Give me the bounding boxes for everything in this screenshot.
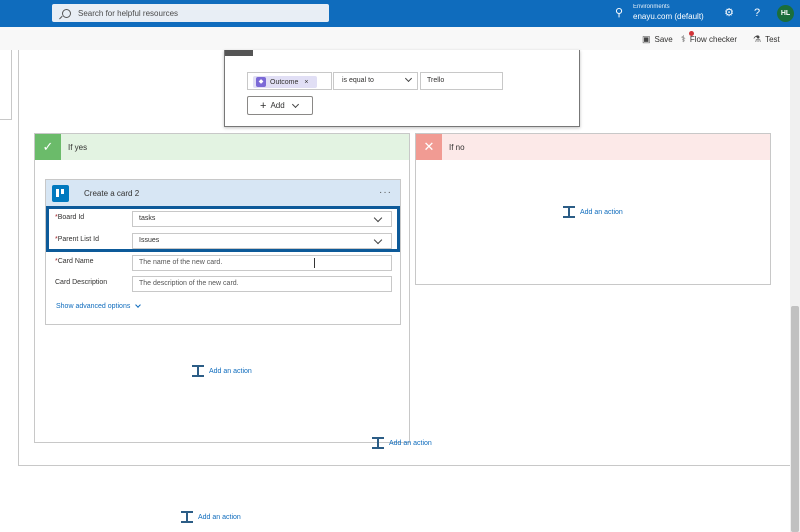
environment-icon[interactable]: ⚲ [612,6,626,20]
if-yes-branch: ✓ If yes Create a card 2 ··· *Board Id t… [34,133,410,443]
show-advanced-options-link[interactable]: Show advanced options [56,302,142,310]
save-icon: ▣ [642,34,651,44]
advanced-label: Show advanced options [56,303,131,310]
chevron-down-icon [373,213,383,223]
if-no-label: If no [449,142,465,152]
checkmark-icon: ✓ [35,134,61,160]
command-bar: ▣ Save ⚕ Flow checker ⚗ Test [0,27,800,50]
card-description-input[interactable]: The description of the new card. [132,276,392,292]
top-header: Search for helpful resources ⚲ Environme… [0,0,800,27]
add-condition-button[interactable]: + Add [247,96,313,115]
board-id-label-text: Board Id [57,214,85,221]
scrollbar-thumb[interactable] [791,306,799,532]
token-remove-icon[interactable]: × [304,79,308,86]
add-action-icon [372,437,384,449]
stethoscope-icon: ⚕ [681,34,686,44]
action-card-header[interactable]: Create a card 2 ··· [46,180,400,206]
chevron-down-icon [373,235,383,245]
if-yes-header[interactable]: ✓ If yes [35,134,409,160]
add-action-icon [181,511,193,523]
flow-canvas: ◆ Outcome × is equal to Trello + Add ✓ I… [0,50,800,532]
trello-icon [52,184,69,202]
board-id-value: tasks [139,215,156,222]
chevron-down-icon [404,74,413,83]
error-dot [689,31,694,36]
add-action-scope[interactable]: Add an action [372,437,432,449]
search-placeholder: Search for helpful resources [78,8,179,18]
flow-checker-button[interactable]: ⚕ Flow checker [681,31,737,45]
flask-icon: ⚗ [753,34,762,44]
board-id-dropdown[interactable]: tasks [132,211,392,227]
add-action-icon [563,206,575,218]
condition-left-operand[interactable]: ◆ Outcome × [247,72,332,90]
test-button[interactable]: ⚗ Test [753,34,780,45]
text-cursor [314,258,319,268]
board-id-label: *Board Id [55,214,84,221]
condition-card-header [225,50,253,56]
add-action-label: Add an action [580,208,623,216]
add-label: Add [270,101,285,110]
user-avatar[interactable]: HL [777,5,794,22]
outcome-token[interactable]: ◆ Outcome × [253,76,317,88]
environment-label: Environments [633,4,670,10]
card-description-label: Card Description [55,279,108,286]
token-label: Outcome [270,78,299,86]
if-yes-label: If yes [68,142,88,152]
flow-checker-label: Flow checker [689,35,737,44]
add-action-label: Add an action [389,439,432,447]
operator-dropdown[interactable]: is equal to [333,72,418,90]
search-box[interactable]: Search for helpful resources [52,4,329,22]
help-question-icon[interactable]: ? [750,6,764,20]
save-label: Save [654,35,673,44]
add-action-yes-branch[interactable]: Add an action [192,365,252,377]
if-no-branch: ✕ If no Add an action [415,133,771,285]
operator-value: is equal to [342,77,374,84]
environment-name: enayu.com (default) [633,12,704,21]
test-label: Test [765,35,780,44]
action-title: Create a card 2 [84,188,140,198]
more-options-icon[interactable]: ··· [379,187,392,198]
chevron-down-icon [135,302,142,308]
left-panel-stub [0,50,12,120]
save-button[interactable]: ▣ Save [642,34,673,45]
environment-picker[interactable]: Environments enayu.com (default) [633,3,704,21]
parent-list-value: Issues [139,237,160,244]
add-action-label: Add an action [209,367,252,375]
search-icon [62,8,71,18]
parent-list-id-dropdown[interactable]: Issues [132,233,392,249]
card-name-input[interactable]: The name of the new card. [132,255,392,271]
add-action-no-branch[interactable]: Add an action [563,206,623,218]
settings-gear-icon[interactable]: ⚙ [722,6,736,20]
parent-list-label-text: Parent List Id [57,236,99,243]
condition-card: ◆ Outcome × is equal to Trello + Add [224,50,580,127]
chevron-down-icon [291,100,299,108]
close-x-icon: ✕ [416,134,442,160]
card-name-label-text: Card Name [57,258,94,265]
parent-list-id-label: *Parent List Id [55,236,99,243]
ai-builder-icon: ◆ [256,77,266,87]
if-no-header[interactable]: ✕ If no [416,134,770,160]
plus-icon: + [260,99,267,112]
create-card-action: Create a card 2 ··· *Board Id tasks *Par… [45,179,401,325]
condition-value-input[interactable]: Trello [420,72,503,90]
add-action-root[interactable]: Add an action [181,511,241,523]
add-action-label: Add an action [198,513,241,521]
add-action-icon [192,365,204,377]
card-name-label: *Card Name [55,258,94,265]
